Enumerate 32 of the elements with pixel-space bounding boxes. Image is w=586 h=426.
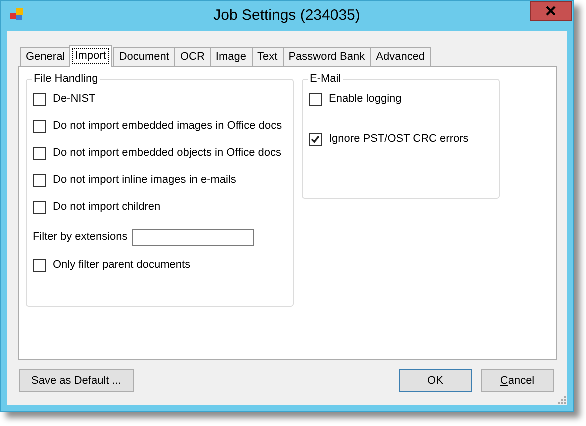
checkbox[interactable] bbox=[33, 146, 46, 160]
checkbox-label: Do not import children bbox=[53, 201, 161, 213]
checkbox[interactable] bbox=[33, 200, 46, 214]
checkbox[interactable] bbox=[309, 132, 322, 146]
tab[interactable]: General bbox=[20, 47, 72, 67]
window-title: Job Settings (234035) bbox=[214, 7, 360, 24]
group-title: File Handling bbox=[32, 73, 100, 85]
tab[interactable]: Import bbox=[69, 45, 112, 67]
checkbox[interactable] bbox=[33, 174, 46, 186]
checkbox-label: Do not import embedded objects in Office docs bbox=[53, 147, 282, 159]
checkbox-label: Only filter parent documents bbox=[53, 259, 191, 271]
tab[interactable]: Document bbox=[113, 47, 176, 67]
checkbox[interactable] bbox=[33, 92, 46, 106]
checkbox[interactable] bbox=[33, 120, 46, 132]
checkbox-label: Ignore PST/OST CRC errors bbox=[329, 133, 469, 145]
save-default-button[interactable]: Save as Default ... bbox=[19, 369, 134, 392]
group-title: E-Mail bbox=[308, 73, 344, 85]
checkbox-label: De-NIST bbox=[53, 93, 96, 105]
checkbox[interactable] bbox=[309, 92, 322, 106]
input-field[interactable] bbox=[132, 228, 254, 246]
checkbox[interactable] bbox=[33, 258, 46, 272]
close-button[interactable] bbox=[530, 1, 572, 21]
checkbox-label: Do not import embedded images in Office docs bbox=[53, 120, 282, 132]
dialog-button[interactable]: OK bbox=[399, 369, 472, 392]
resize-grip-icon[interactable] bbox=[556, 394, 566, 404]
close-icon bbox=[546, 6, 556, 16]
checkbox-label: Enable logging bbox=[329, 93, 402, 105]
tab[interactable]: Advanced bbox=[370, 47, 432, 67]
checkbox-label: Do not import inline images in e-mails bbox=[53, 174, 236, 186]
dialog-button[interactable]: Cancel bbox=[481, 369, 554, 392]
app-icon bbox=[10, 8, 23, 20]
field-label: Filter by extensions bbox=[33, 231, 128, 243]
